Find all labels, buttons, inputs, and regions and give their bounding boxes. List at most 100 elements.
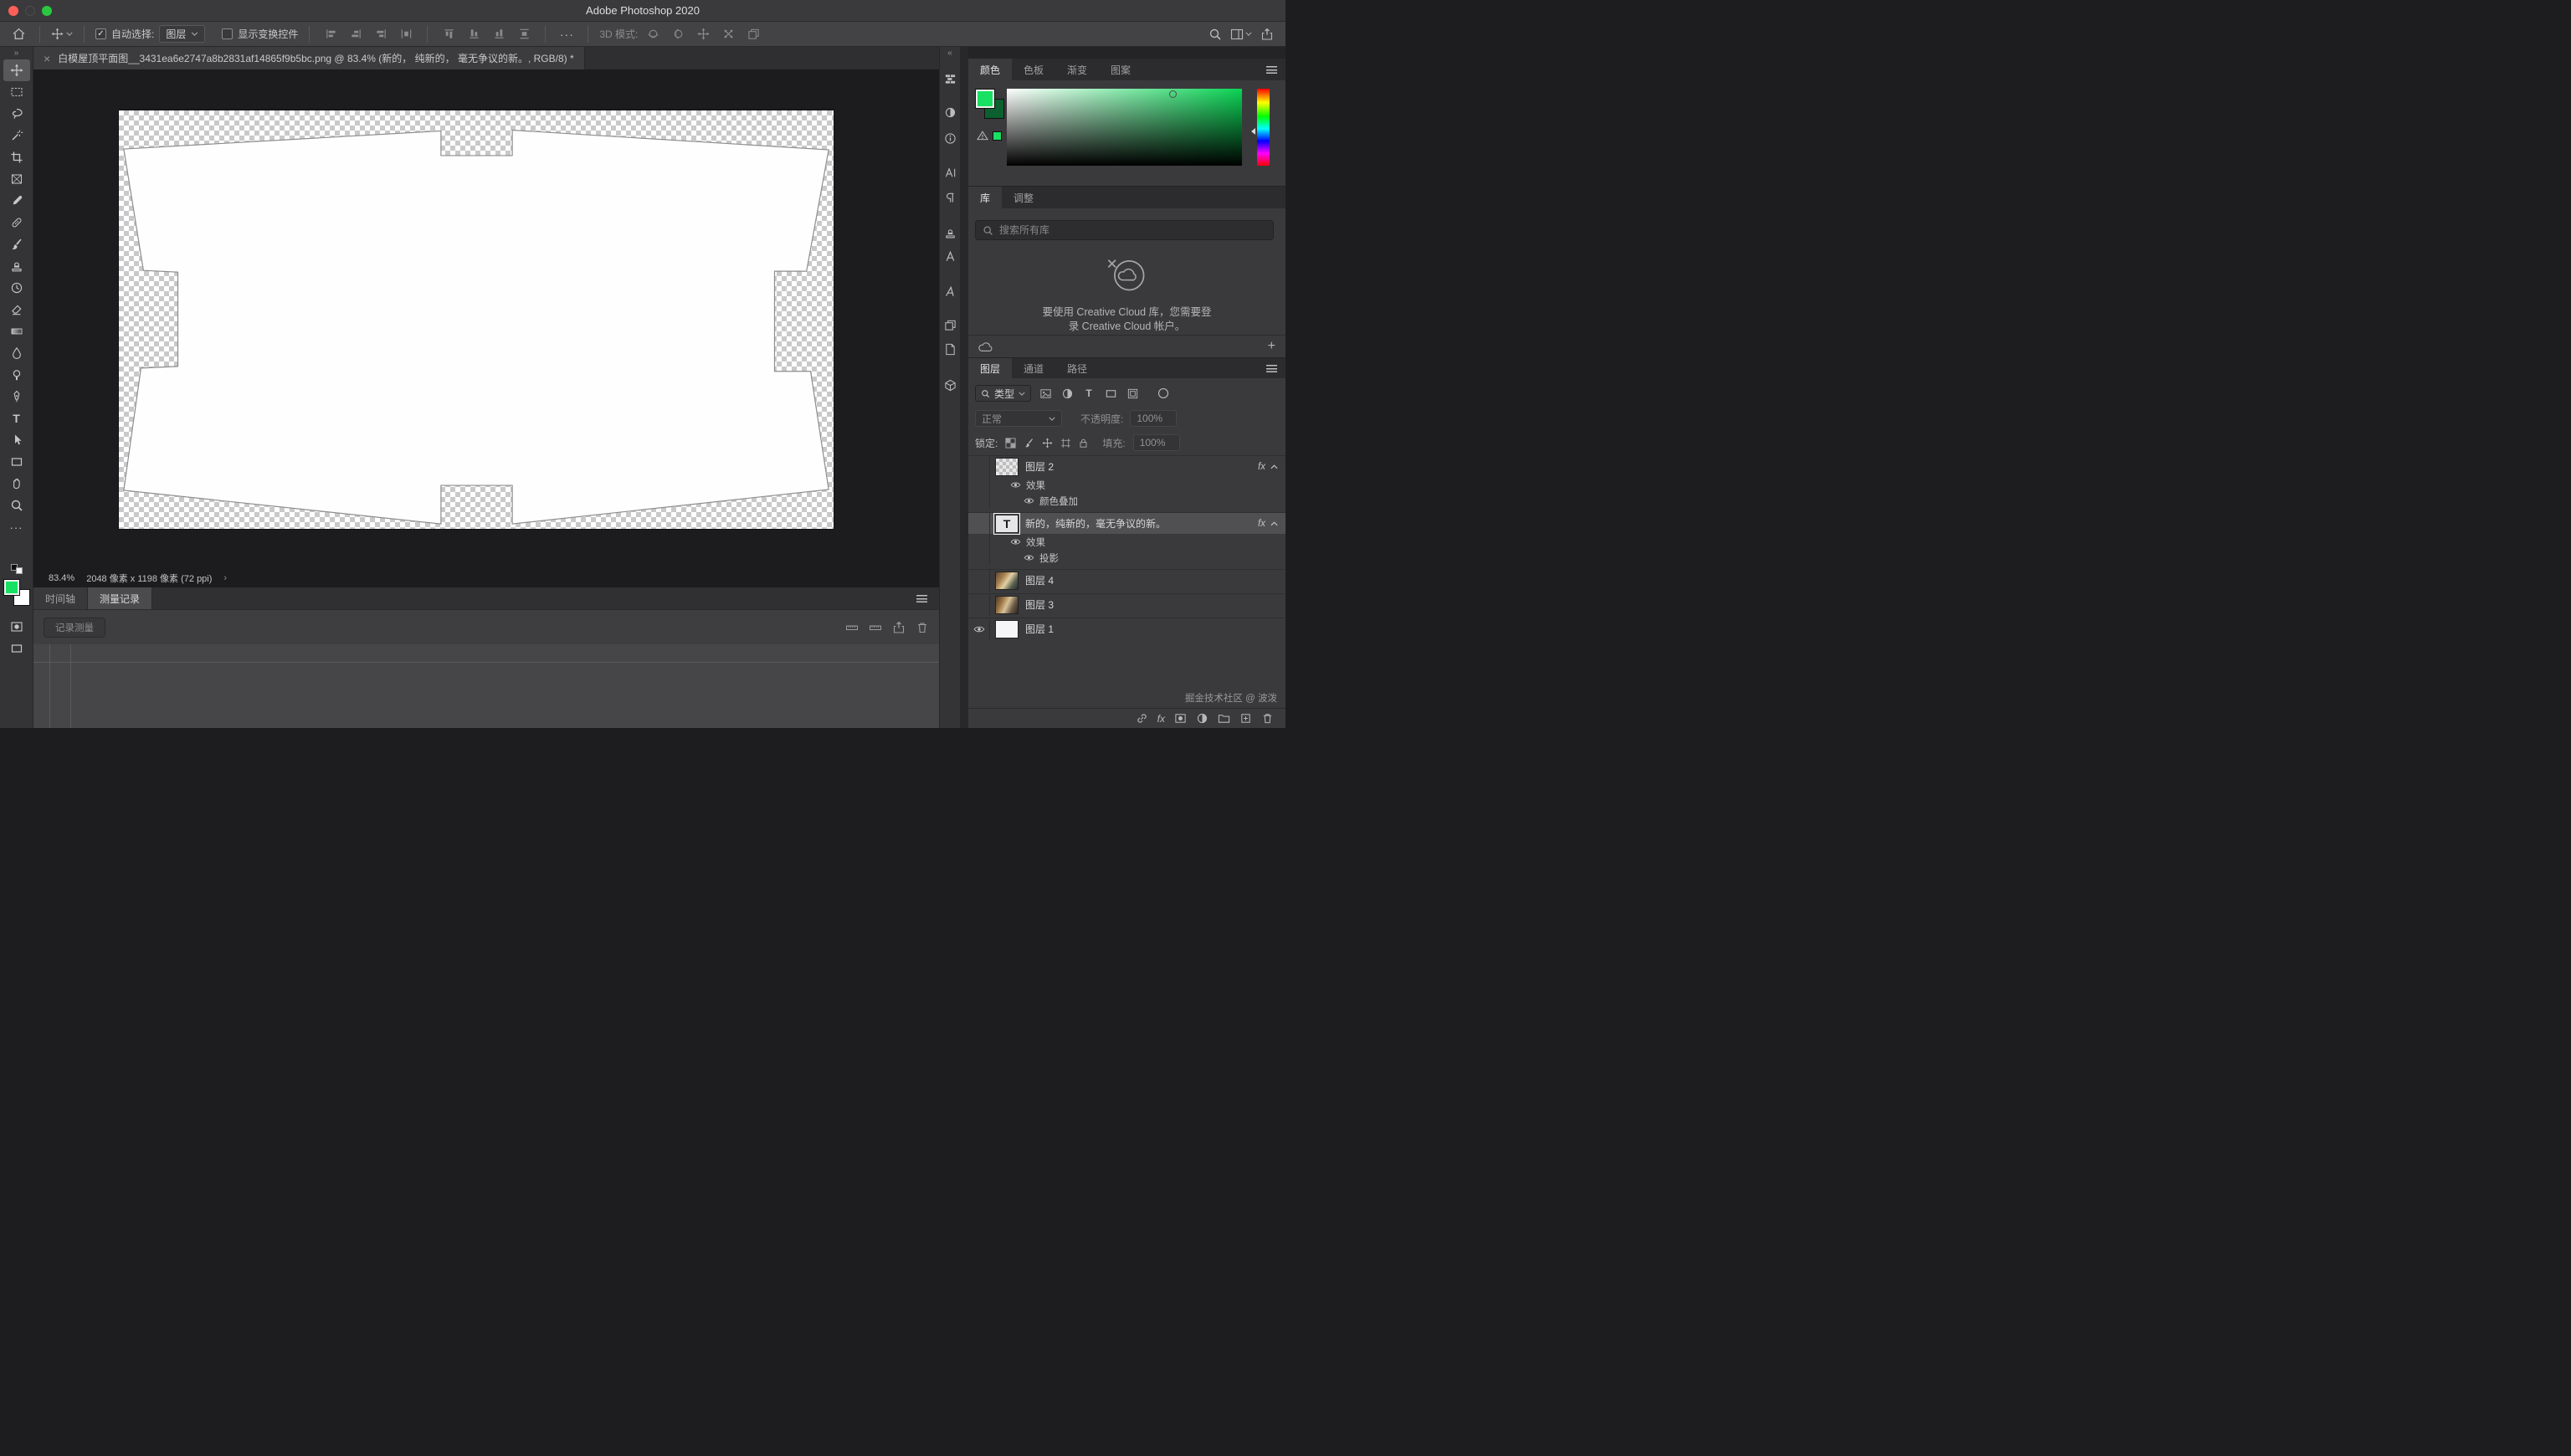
- tool-spot-healing[interactable]: [3, 212, 30, 233]
- layer-thumbnail[interactable]: [995, 458, 1019, 476]
- show-transform-checkbox[interactable]: [222, 28, 233, 39]
- distribute-v-button[interactable]: [514, 24, 534, 44]
- tool-marquee[interactable]: [3, 81, 30, 103]
- color-panel-menu-icon[interactable]: [1266, 66, 1277, 74]
- layer-style-icon[interactable]: fx: [1157, 713, 1165, 725]
- tool-crop[interactable]: [3, 146, 30, 168]
- tab-paths[interactable]: 路径: [1055, 358, 1099, 378]
- auto-select-checkbox[interactable]: ✓: [95, 28, 106, 39]
- tool-dodge[interactable]: [3, 364, 30, 386]
- home-button[interactable]: [8, 24, 28, 44]
- tool-history-brush[interactable]: [3, 277, 30, 299]
- tab-color[interactable]: 颜色: [968, 59, 1012, 80]
- gamut-warning-icon[interactable]: [977, 131, 988, 141]
- measurement-scale-icon[interactable]: [845, 621, 859, 634]
- share-image-button[interactable]: [1257, 24, 1277, 44]
- effect-visibility-icon[interactable]: [1024, 497, 1034, 505]
- hue-slider[interactable]: [1257, 89, 1270, 166]
- traffic-close-button[interactable]: [8, 6, 18, 16]
- layer-visibility-toggle[interactable]: [968, 618, 990, 640]
- workspace-switcher-button[interactable]: [1230, 24, 1252, 44]
- tool-eyedropper[interactable]: [3, 190, 30, 212]
- layer-row[interactable]: 图层 3: [968, 593, 1286, 615]
- tab-timeline[interactable]: 时间轴: [33, 587, 88, 609]
- measurement-deselect-icon[interactable]: [869, 621, 882, 634]
- tool-zoom[interactable]: [3, 495, 30, 516]
- layer-row[interactable]: 图层 1: [968, 618, 1286, 639]
- foreground-color-swatch[interactable]: [3, 579, 20, 596]
- character-panel-icon[interactable]: [943, 166, 957, 180]
- saturation-brightness-field[interactable]: [1007, 89, 1242, 166]
- effects-header-row[interactable]: 效果: [968, 534, 1286, 550]
- 3d-orbit-button[interactable]: [643, 24, 663, 44]
- tool-hand[interactable]: [3, 473, 30, 495]
- tool-more-ellipsis[interactable]: ···: [3, 516, 30, 538]
- tool-gradient[interactable]: [3, 320, 30, 342]
- tool-blur[interactable]: [3, 342, 30, 364]
- align-right-button[interactable]: [371, 24, 391, 44]
- tab-gradients[interactable]: 渐变: [1055, 59, 1099, 80]
- record-measurement-button[interactable]: 记录测量: [44, 618, 105, 638]
- tool-frame[interactable]: [3, 168, 30, 190]
- filter-toggle[interactable]: [1158, 388, 1168, 398]
- layer-comps-panel-icon[interactable]: [943, 318, 957, 332]
- tool-brush[interactable]: [3, 233, 30, 255]
- link-layers-icon[interactable]: [1136, 712, 1148, 725]
- collapse-effects-icon[interactable]: [1270, 521, 1278, 526]
- info-panel-icon[interactable]: [943, 131, 957, 146]
- tab-close-icon[interactable]: ×: [44, 52, 50, 65]
- measurement-delete-icon[interactable]: [916, 621, 929, 634]
- tool-type[interactable]: T: [3, 408, 30, 429]
- opacity-dropdown[interactable]: 100%: [1130, 410, 1177, 427]
- notes-panel-icon[interactable]: [943, 342, 957, 356]
- document-tab[interactable]: × 白模屋顶平面图__3431ea6e2747a8b2831af14865f9b…: [33, 47, 585, 69]
- default-colors-icon[interactable]: [11, 564, 23, 574]
- glyphs-panel-icon[interactable]: [943, 285, 957, 299]
- tab-measurement-log[interactable]: 测量记录: [88, 587, 152, 609]
- search-button[interactable]: [1205, 24, 1225, 44]
- tool-object-selection[interactable]: [3, 125, 30, 146]
- align-left-button[interactable]: [321, 24, 341, 44]
- library-search-input[interactable]: [999, 224, 1266, 236]
- effect-visibility-icon[interactable]: [1010, 538, 1021, 546]
- effect-row[interactable]: 颜色叠加: [968, 493, 1286, 509]
- align-bottom-button[interactable]: [489, 24, 509, 44]
- quick-mask-button[interactable]: [3, 616, 30, 638]
- filter-shape-layers-icon[interactable]: [1103, 386, 1118, 401]
- lock-position-icon[interactable]: [1042, 438, 1053, 449]
- layer-fx-badge[interactable]: fx: [1258, 462, 1265, 472]
- align-middle-v-button[interactable]: [464, 24, 484, 44]
- layer-filter-dropdown[interactable]: 类型: [975, 385, 1031, 402]
- layer-visibility-toggle[interactable]: [968, 456, 990, 478]
- 3d-panel-icon[interactable]: [943, 378, 957, 392]
- new-adjustment-layer-icon[interactable]: [1196, 712, 1209, 725]
- layer-visibility-toggle[interactable]: [968, 570, 990, 592]
- library-search-box[interactable]: [975, 220, 1274, 240]
- lock-artboard-icon[interactable]: [1060, 438, 1071, 449]
- measurement-panel-menu-icon[interactable]: [916, 595, 927, 602]
- screen-mode-button[interactable]: [3, 638, 30, 659]
- tab-layers[interactable]: 图层: [968, 358, 1012, 378]
- traffic-minimize-button[interactable]: [25, 6, 35, 16]
- filter-smart-objects-icon[interactable]: [1125, 386, 1140, 401]
- 3d-pan-button[interactable]: [693, 24, 713, 44]
- layer-row[interactable]: 图层 2 fx: [968, 455, 1286, 477]
- tool-path-selection[interactable]: [3, 429, 30, 451]
- tool-lasso[interactable]: [3, 103, 30, 125]
- gamut-color-chip[interactable]: [993, 131, 1002, 141]
- lock-transparency-icon[interactable]: [1005, 438, 1016, 449]
- new-group-icon[interactable]: [1218, 712, 1230, 725]
- filter-type-layers-icon[interactable]: T: [1081, 386, 1096, 401]
- status-chevron-icon[interactable]: ›: [223, 573, 227, 583]
- tab-patterns[interactable]: 图案: [1099, 59, 1142, 80]
- layer-fx-badge[interactable]: fx: [1258, 519, 1265, 529]
- effect-visibility-icon[interactable]: [1024, 554, 1034, 561]
- document-canvas[interactable]: [119, 110, 834, 529]
- zoom-level[interactable]: 83.4%: [49, 573, 74, 583]
- clone-source-panel-icon[interactable]: [943, 226, 957, 240]
- hue-slider-marker[interactable]: [1251, 128, 1255, 135]
- filter-adjustment-layers-icon[interactable]: [1060, 386, 1075, 401]
- effects-header-row[interactable]: 效果: [968, 477, 1286, 493]
- tab-libraries[interactable]: 库: [968, 187, 1002, 208]
- layer-visibility-toggle[interactable]: [968, 513, 990, 535]
